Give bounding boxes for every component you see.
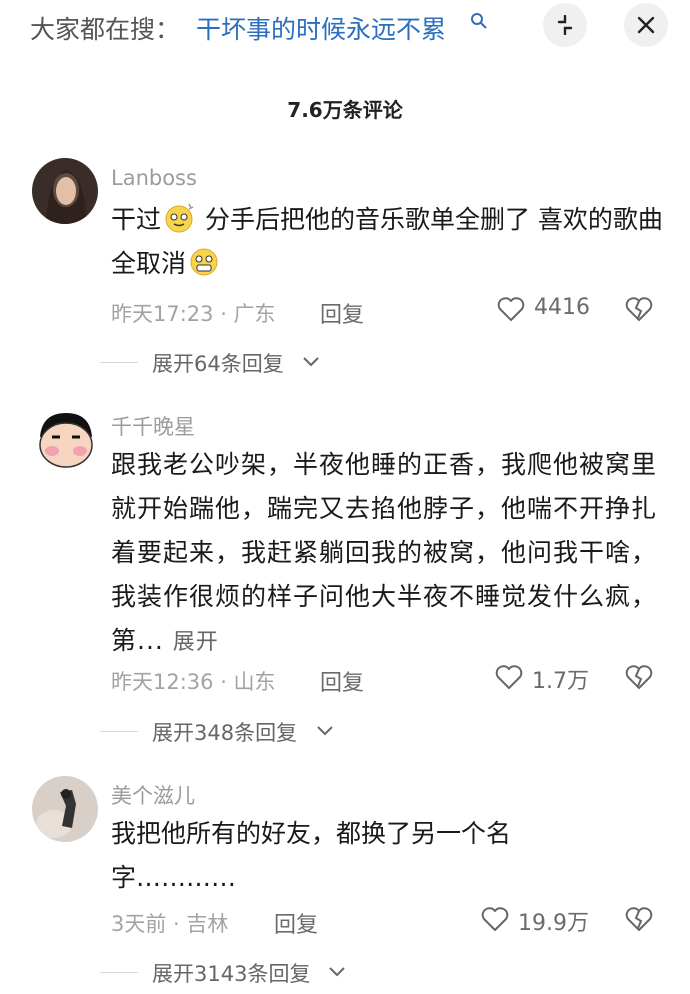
chevron-down-icon [329, 967, 345, 977]
like-count: 1.7万 [532, 669, 589, 694]
like-count: 19.9万 [518, 911, 589, 936]
expand-replies[interactable]: 展开64条回复 [100, 348, 330, 378]
reply-button[interactable]: 回复 [320, 665, 364, 697]
expand-replies[interactable]: 展开3143条回复 [100, 958, 360, 988]
like-button[interactable]: 19.9万 [480, 904, 590, 936]
reply-button[interactable]: 回复 [274, 907, 318, 939]
heart-icon [495, 665, 523, 689]
comment-text: 干过 分手后把他的音乐歌单全删了 喜欢的歌曲全取消 [111, 198, 671, 286]
comment-text: 我把他所有的好友，都换了另一个名字………… [111, 812, 571, 900]
like-button[interactable]: 1.7万 [494, 662, 594, 694]
dizzy-emoji-icon [165, 203, 194, 233]
comment-username[interactable]: 千千晚星 [111, 411, 195, 441]
comment-time-location: 3天前 · 吉林 [111, 912, 229, 936]
grin-emoji-icon [190, 248, 218, 276]
comment-username[interactable]: Lanboss [111, 166, 197, 190]
expand-replies[interactable]: 展开348条回复 [100, 717, 350, 747]
dislike-button[interactable] [624, 904, 656, 936]
heart-icon [481, 907, 509, 931]
search-icon[interactable] [470, 12, 488, 30]
chevron-down-icon [317, 726, 333, 736]
avatar[interactable] [32, 776, 98, 842]
like-button[interactable]: 4416 [496, 294, 592, 326]
broken-heart-icon [625, 907, 653, 931]
comment-time-location: 昨天12:36 · 山东 [111, 670, 276, 694]
comment-username[interactable]: 美个滋儿 [111, 780, 195, 810]
dislike-button[interactable] [624, 294, 656, 326]
expand-text-link[interactable]: 展开 [173, 630, 219, 655]
search-bar: 大家都在搜： 干坏事的时候永远不累 [0, 0, 690, 52]
divider [100, 972, 138, 973]
search-prefix: 大家都在搜： [30, 15, 181, 44]
broken-heart-icon [625, 297, 653, 321]
broken-heart-icon [625, 665, 653, 689]
expand-replies-label: 展开348条回复 [152, 721, 298, 745]
expand-replies-label: 展开3143条回复 [152, 962, 311, 986]
comment-text-part: 我把他所有的好友，都换了另一个名字………… [111, 819, 512, 892]
close-button[interactable] [624, 3, 668, 47]
divider [100, 362, 138, 363]
collapse-button[interactable] [543, 3, 587, 47]
reply-button[interactable]: 回复 [320, 297, 364, 329]
close-icon [637, 16, 655, 34]
search-suggestion-link[interactable]: 干坏事的时候永远不累 [196, 10, 446, 46]
chevron-down-icon [303, 357, 319, 367]
collapse-icon [557, 15, 573, 35]
expand-replies-label: 展开64条回复 [152, 352, 284, 376]
avatar[interactable] [32, 158, 98, 224]
comment-text: 跟我老公吵架，半夜他睡的正香，我爬他被窝里就开始踹他，踹完又去掐他脖子，他喘不开… [111, 443, 671, 665]
comment-text-part: 跟我老公吵架，半夜他睡的正香，我爬他被窝里就开始踹他，踹完又去掐他脖子，他喘不开… [111, 450, 658, 655]
divider [100, 731, 138, 732]
like-count: 4416 [534, 295, 590, 320]
heart-icon [497, 297, 525, 321]
comment-time-location: 昨天17:23 · 广东 [111, 302, 276, 326]
comment-text-part: 干过 [111, 205, 162, 234]
comment-count-title: 7.6万条评论 [287, 98, 403, 122]
avatar[interactable] [32, 407, 98, 473]
dislike-button[interactable] [624, 662, 656, 694]
